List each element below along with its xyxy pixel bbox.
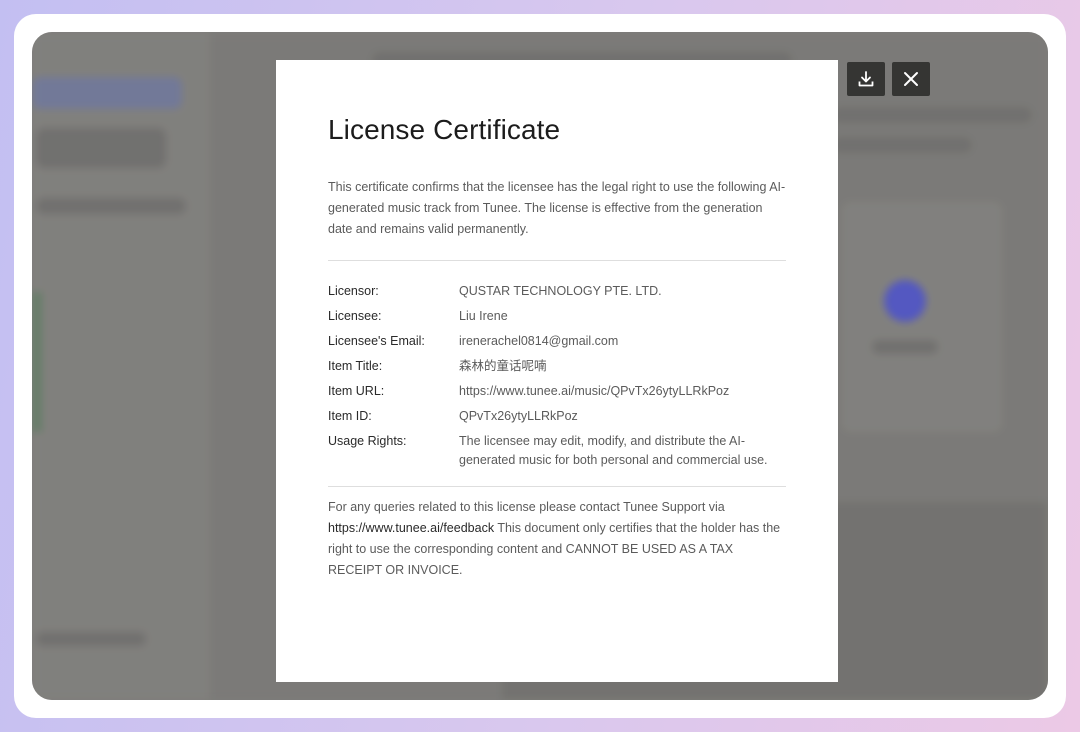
certificate-details: Licensor: QUSTAR TECHNOLOGY PTE. LTD. Li…: [328, 282, 798, 476]
detail-value: 森林的童话呢喃: [459, 359, 547, 373]
detail-value: https://www.tunee.ai/music/QPvTx26ytyLLR…: [459, 384, 730, 398]
detail-label: Licensee's Email:: [328, 334, 425, 348]
certificate-title: License Certificate: [328, 114, 561, 145]
certificate-footer: For any queries related to this license …: [328, 497, 788, 581]
divider: [328, 486, 786, 487]
detail-row-item-id: Item ID: QPvTx26ytyLLRkPoz: [328, 407, 798, 426]
app-window: License Certificate This certificate con…: [32, 32, 1048, 700]
close-icon: [904, 72, 918, 86]
close-button[interactable]: [892, 62, 930, 96]
detail-row-item-url: Item URL: https://www.tunee.ai/music/QPv…: [328, 382, 798, 401]
download-button[interactable]: [847, 62, 885, 96]
detail-value: Liu Irene: [459, 309, 508, 323]
detail-row-usage-rights: Usage Rights: The licensee may edit, mod…: [328, 432, 798, 470]
detail-value: irenerachel0814@gmail.com: [459, 334, 619, 348]
detail-label: Item URL:: [328, 384, 385, 398]
feedback-link[interactable]: https://www.tunee.ai/feedback: [328, 521, 494, 535]
detail-row-licensor: Licensor: QUSTAR TECHNOLOGY PTE. LTD.: [328, 282, 798, 301]
detail-label: Licensor:: [328, 284, 379, 298]
detail-value: The licensee may edit, modify, and distr…: [459, 434, 768, 467]
footer-text: For any queries related to this license …: [328, 500, 725, 514]
detail-label: Item ID:: [328, 409, 372, 423]
detail-value: QPvTx26ytyLLRkPoz: [459, 409, 578, 423]
detail-value: QUSTAR TECHNOLOGY PTE. LTD.: [459, 284, 662, 298]
detail-row-licensee: Licensee: Liu Irene: [328, 307, 798, 326]
detail-row-item-title: Item Title: 森林的童话呢喃: [328, 357, 798, 376]
detail-label: Licensee:: [328, 309, 382, 323]
divider: [328, 260, 786, 261]
license-certificate-dialog: License Certificate This certificate con…: [276, 60, 838, 682]
download-icon: [858, 71, 874, 87]
detail-row-email: Licensee's Email: irenerachel0814@gmail.…: [328, 332, 798, 351]
detail-label: Usage Rights:: [328, 434, 407, 448]
detail-label: Item Title:: [328, 359, 383, 373]
certificate-intro: This certificate confirms that the licen…: [328, 180, 786, 236]
